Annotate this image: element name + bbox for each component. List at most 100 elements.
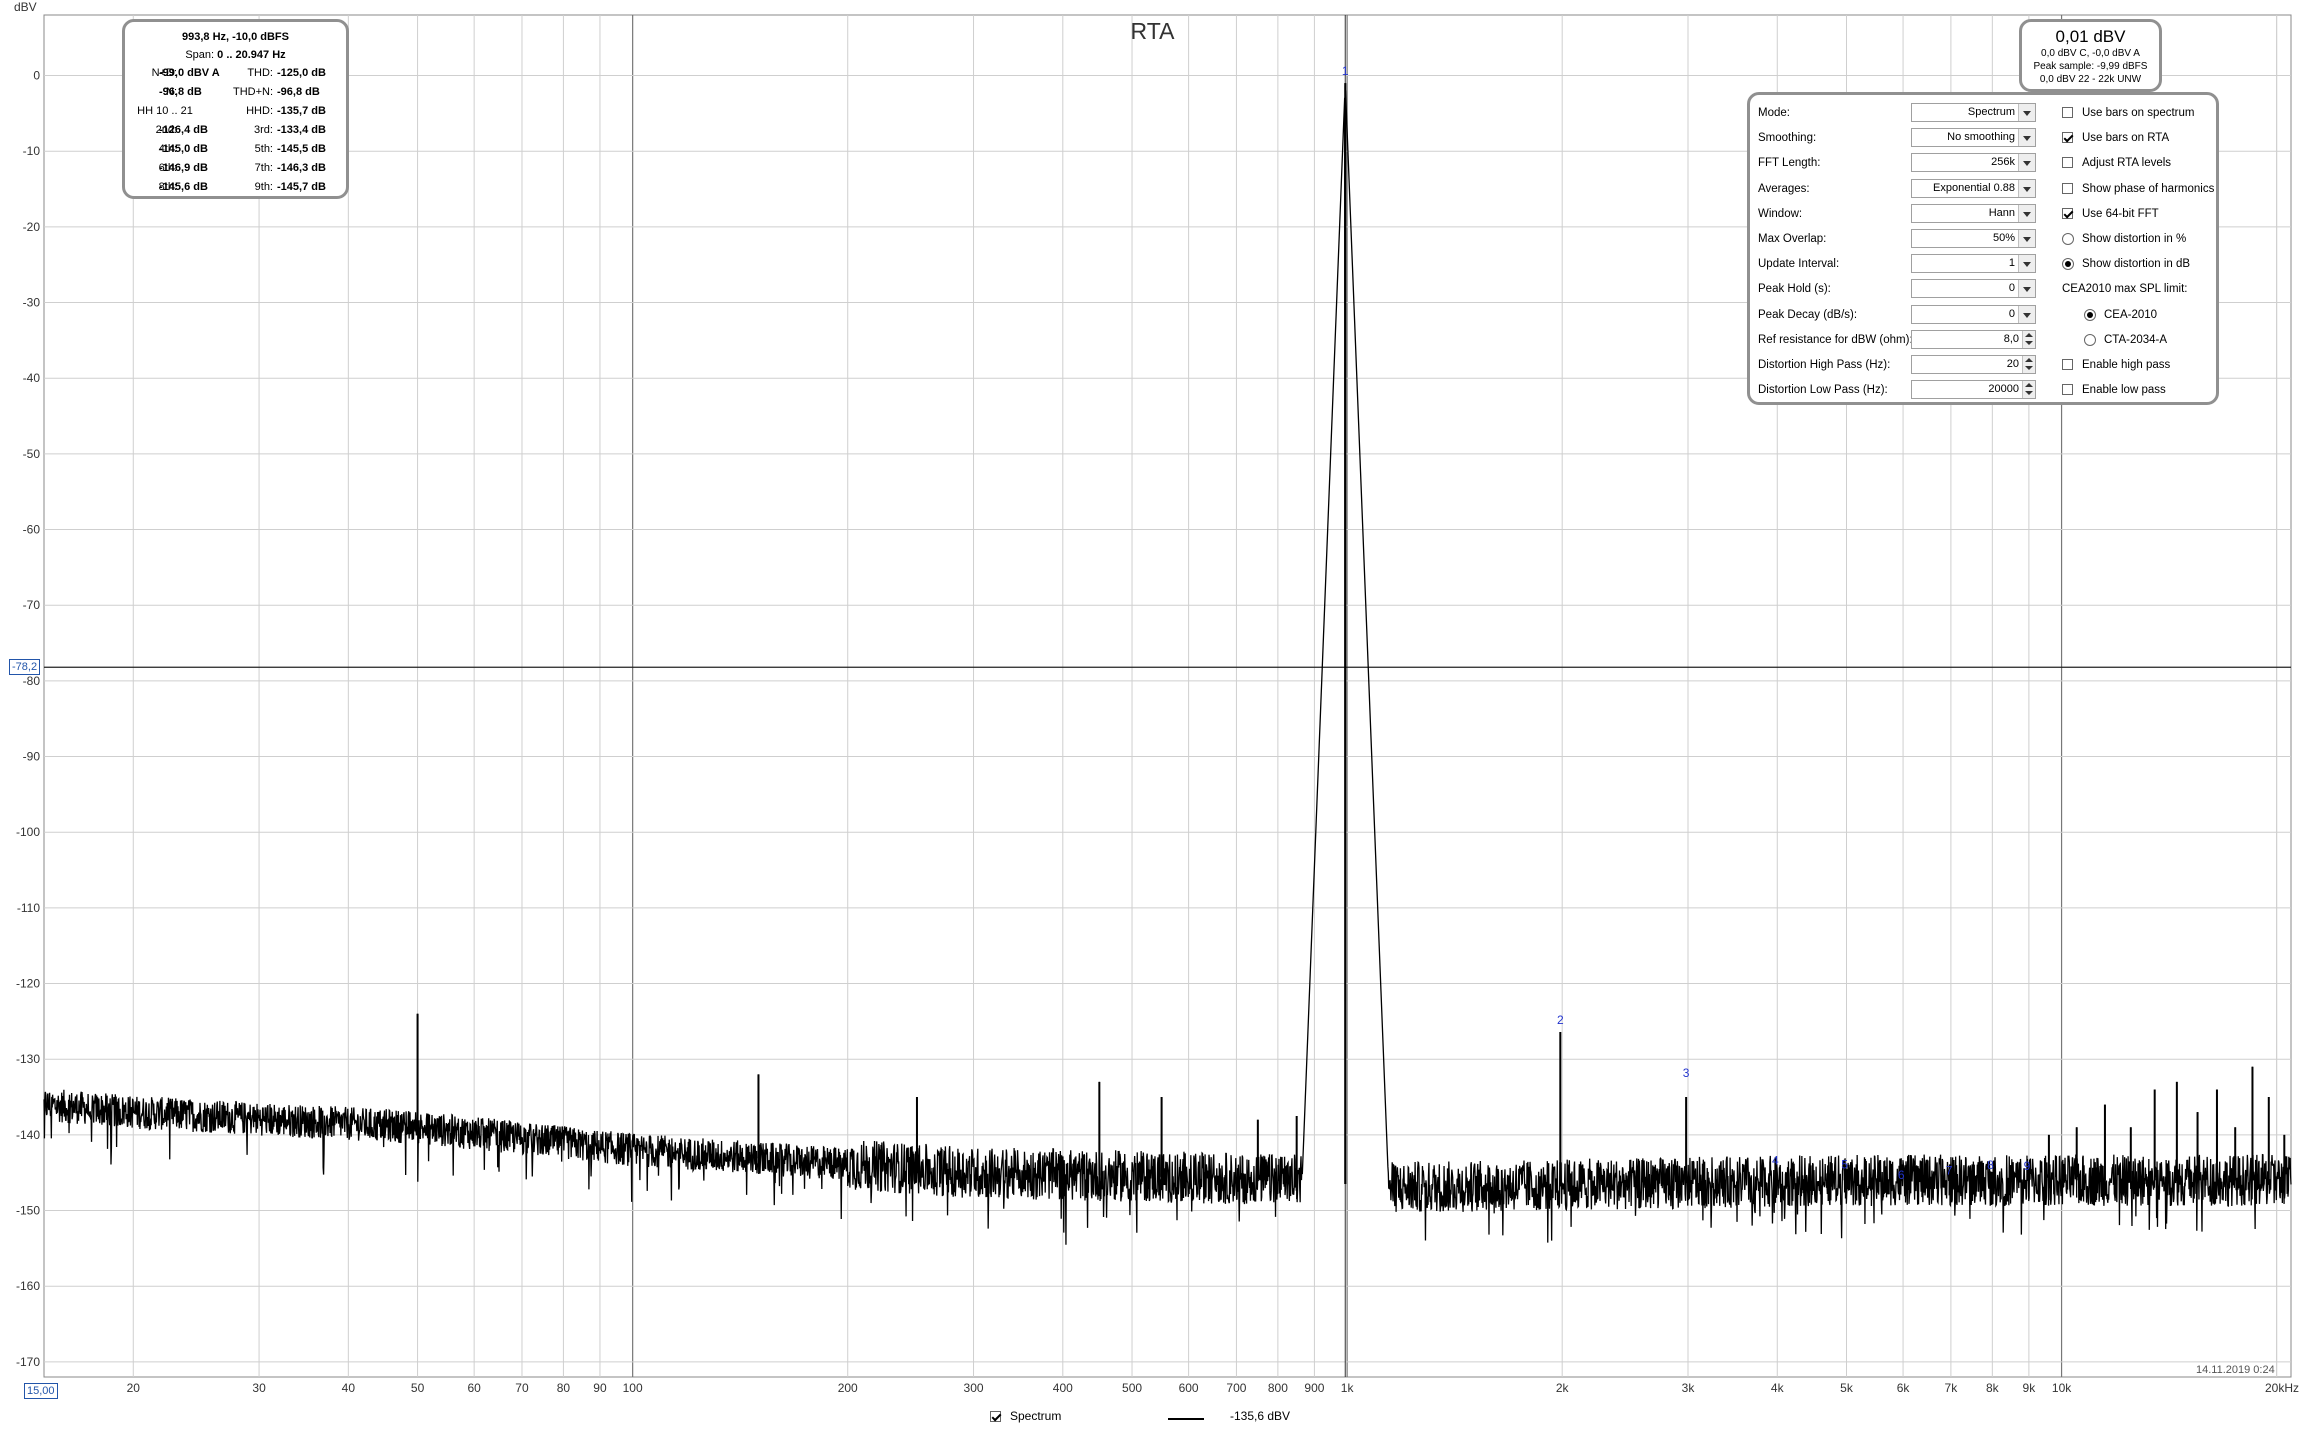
setting-value: 0 [2008,282,2015,295]
checkbox[interactable] [2062,107,2073,118]
chevron-down-icon[interactable] [2018,305,2035,323]
spinner-arrows-icon[interactable] [2022,356,2035,373]
y-tick-label: -80 [23,674,41,688]
setting-label: Max Overlap: [1758,233,1827,245]
x-tick-label: 70 [515,1381,529,1395]
y-tick-label: -120 [16,977,40,991]
setting-value: 20 [2006,358,2019,370]
radio-button[interactable] [2062,258,2074,271]
setting-dropdown[interactable]: Spectrum [1911,103,2036,122]
checkbox[interactable] [2062,157,2073,169]
harmonic-value: -99,0 dBV A [159,67,220,79]
harmonic-label: HHD: [246,105,273,117]
setting-spinner[interactable]: 20 [1911,355,2036,374]
harmonic-marker: 6 [1898,1168,1905,1182]
chevron-down-icon[interactable] [2018,204,2035,222]
x-tick-label: 20kHz [2265,1381,2299,1395]
spinner-arrows-icon[interactable] [2022,381,2035,399]
x-tick-label: 400 [1053,1381,1073,1395]
setting-dropdown[interactable]: 0 [1911,279,2036,299]
spin-down-icon[interactable] [2025,391,2033,396]
harmonics-row: HH 10 .. 21 HHD: -135,7 dB [125,102,346,121]
setting-value: No smoothing [1947,131,2015,144]
y-tick-label: -100 [16,825,40,839]
setting-dropdown[interactable]: 256k [1911,153,2036,173]
spinner-arrows-icon[interactable] [2022,330,2035,348]
x-tick-label: 60 [467,1381,481,1395]
setting-dropdown[interactable]: Exponential 0.88 [1911,178,2036,198]
harmonic-value: -96,8 dB [159,86,202,98]
y-tick-label: -160 [16,1279,40,1293]
spin-down-icon[interactable] [2025,366,2033,370]
chevron-down-icon[interactable] [2018,280,2035,298]
y-tick-label: -60 [23,523,41,537]
level-line-3: 0,0 dBV 22 - 22k UNW [2039,74,2142,85]
chevron-down-icon[interactable] [2018,154,2035,172]
x-tick-label: 5k [1840,1381,1854,1395]
option-label: CEA2010 max SPL limit: [2062,283,2188,296]
x-tick-label: 2k [1556,1381,1570,1395]
setting-dropdown[interactable]: No smoothing [1911,128,2036,148]
checkbox[interactable] [2062,384,2073,396]
setting-dropdown[interactable]: Hann [1911,203,2036,223]
radio-button[interactable] [2084,308,2096,321]
setting-spinner[interactable]: 20000 [1911,380,2036,400]
level-panel: 0,01 dBV 0,0 dBV C, -0,0 dBV A Peak samp… [2019,19,2162,92]
setting-label: Averages: [1758,182,1810,195]
spin-up-icon[interactable] [2025,358,2033,362]
x-tick-label: 90 [593,1381,607,1395]
harmonic-value: -135,7 dB [277,105,326,117]
x-tick-label: 10k [2052,1381,2072,1395]
radio-button[interactable] [2084,333,2096,346]
x-tick-label: 700 [1226,1381,1246,1395]
x-tick-label: 6k [1897,1381,1911,1395]
harmonic-value: -146,3 dB [277,162,326,174]
chevron-down-icon[interactable] [2018,255,2035,273]
setting-dropdown[interactable]: 0 [1911,304,2036,324]
chevron-down-icon[interactable] [2018,104,2035,121]
spin-up-icon[interactable] [2025,332,2033,337]
chevron-down-icon[interactable] [2018,230,2035,247]
span-value: 0 .. 20.947 Hz [217,49,286,61]
option-label: Show phase of harmonics [2082,182,2215,195]
y-tick-label: -30 [23,296,41,310]
checkbox[interactable] [2062,207,2073,219]
legend-value: -135,6 dBV [1230,1409,1291,1423]
chevron-down-icon[interactable] [2018,179,2035,197]
checkbox[interactable] [2062,359,2073,370]
cursor-level-label[interactable]: -78,2 [9,659,41,676]
setting-label: Distortion High Pass (Hz): [1758,359,1891,371]
span-line: Span: 0 .. 20.947 Hz [125,46,346,64]
setting-label: Peak Decay (dB/s): [1758,308,1858,321]
harmonic-marker: 1 [1342,64,1349,78]
x-tick-label: 100 [623,1381,643,1395]
y-axis-unit: dBV [14,0,37,14]
harmonic-label: THD+N: [232,86,273,98]
option-label: Enable high pass [2082,359,2171,371]
harmonic-marker: 5 [1841,1157,1848,1171]
x-tick-label: 4k [1771,1381,1785,1395]
setting-value: Hann [1988,206,2015,219]
setting-dropdown[interactable]: 1 [1911,254,2036,274]
spin-down-icon[interactable] [2025,340,2033,345]
x-tick-label: 80 [557,1381,571,1395]
harmonic-value: -145,0 dB [159,143,208,155]
y-tick-label: -150 [16,1204,40,1218]
setting-label: Window: [1758,207,1803,220]
y-tick-label: -130 [16,1052,40,1066]
x-start-label[interactable]: 15,00 [24,1383,58,1399]
legend-spectrum-checkbox[interactable] [990,1411,1001,1422]
setting-dropdown[interactable]: 50% [1911,229,2036,248]
x-tick-label: 200 [838,1381,858,1395]
checkbox[interactable] [2062,132,2073,144]
x-tick-label: 40 [342,1381,356,1395]
x-tick-label: 600 [1179,1381,1199,1395]
checkbox[interactable] [2062,182,2073,194]
setting-label: Smoothing: [1758,132,1817,145]
setting-spinner[interactable]: 8,0 [1911,329,2036,349]
x-tick-label: 300 [964,1381,984,1395]
y-tick-label: -170 [16,1355,40,1369]
radio-button[interactable] [2062,233,2074,245]
spin-up-icon[interactable] [2025,383,2033,388]
chevron-down-icon[interactable] [2018,129,2035,147]
